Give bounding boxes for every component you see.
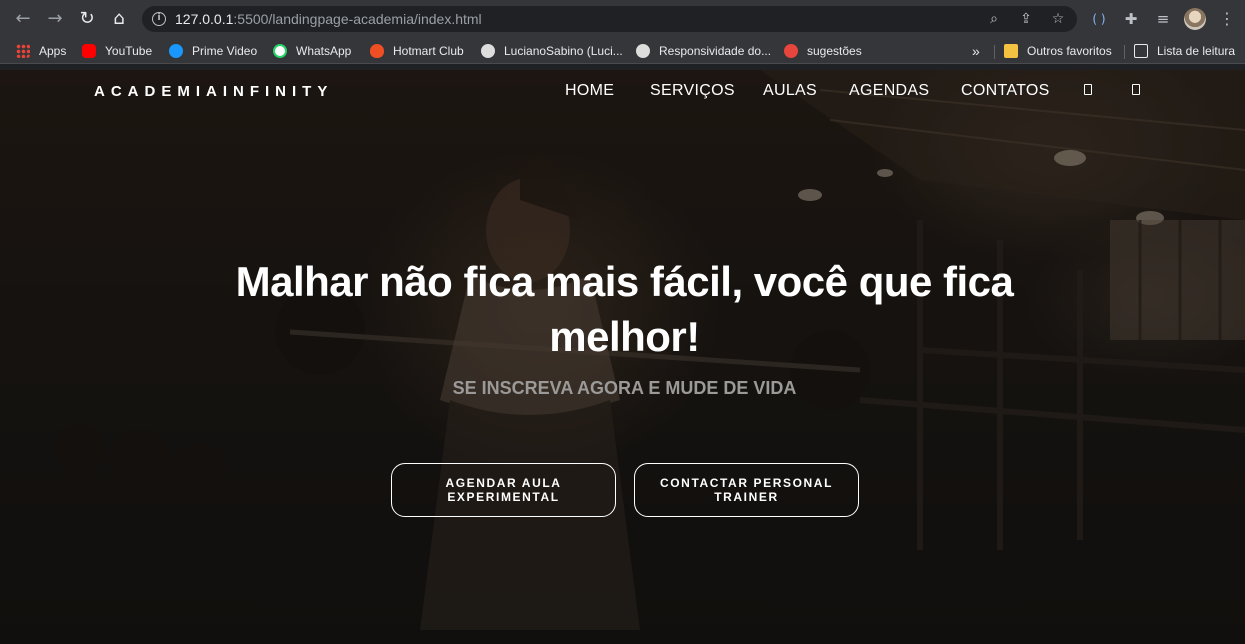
hotmart-icon xyxy=(370,44,384,58)
folder-icon xyxy=(1004,44,1018,58)
address-bar[interactable]: i 127.0.0.1:5500/landingpage-academia/in… xyxy=(142,6,1077,32)
site-info-icon[interactable]: i xyxy=(152,12,166,26)
apps-grid-icon xyxy=(16,44,30,58)
bookmark-responsividade[interactable]: Responsividade do... xyxy=(636,42,771,60)
bookmark-whatsapp[interactable]: WhatsApp xyxy=(273,42,351,60)
menu-kebab-icon[interactable]: ⋮ xyxy=(1216,8,1238,30)
back-arrow-icon[interactable]: ← xyxy=(11,7,35,31)
bookmark-apps[interactable]: Apps xyxy=(16,42,66,60)
reading-list-icon xyxy=(1134,44,1148,58)
url-text[interactable]: 127.0.0.1:5500/landingpage-academia/inde… xyxy=(175,11,482,27)
bookmark-sugestoes[interactable]: sugestões xyxy=(784,42,862,60)
extensions-puzzle-icon[interactable]: ✚ xyxy=(1120,8,1142,30)
hero-title: Malhar não fica mais fácil, você que fic… xyxy=(235,258,1014,360)
nav-contatos[interactable]: CONTATOS xyxy=(961,82,1050,100)
bookmark-hotmart[interactable]: Hotmart Club xyxy=(370,42,464,60)
nav-home[interactable]: HOME xyxy=(565,82,614,100)
github-icon xyxy=(636,44,650,58)
nav-aulas[interactable]: AULAS xyxy=(763,82,817,100)
media-queue-icon[interactable]: ≡ xyxy=(1152,8,1174,30)
bookmarks-bar: Apps YouTube Prime Video WhatsApp Hotmar… xyxy=(0,38,1245,64)
nav-servicos[interactable]: SERVIÇOS xyxy=(650,82,735,100)
bookmark-lista-de-leitura[interactable]: Lista de leitura xyxy=(1134,42,1235,60)
bookmark-outros-favoritos[interactable]: Outros favoritos xyxy=(1004,42,1112,60)
extension-dev-icon[interactable]: ( ) xyxy=(1088,8,1110,30)
missing-glyph-icon[interactable] xyxy=(1084,84,1092,95)
youtube-icon xyxy=(82,44,96,58)
contact-personal-trainer-button[interactable]: CONTACTAR PERSONAL TRAINER xyxy=(634,463,859,517)
bookmark-youtube[interactable]: YouTube xyxy=(82,42,152,60)
github-icon xyxy=(481,44,495,58)
nav-agendas[interactable]: AGENDAS xyxy=(849,82,929,100)
bookmarks-overflow-button[interactable]: » xyxy=(972,42,980,60)
profile-avatar[interactable] xyxy=(1184,8,1206,30)
zoom-icon[interactable]: ⌕ xyxy=(984,9,1004,29)
bookmarks-separator xyxy=(994,45,995,59)
sugestoes-icon xyxy=(784,44,798,58)
forward-arrow-icon[interactable]: → xyxy=(43,7,67,31)
prime-video-icon xyxy=(169,44,183,58)
bookmark-prime-video[interactable]: Prime Video xyxy=(169,42,257,60)
missing-glyph-icon[interactable] xyxy=(1132,84,1140,95)
browser-toolbar: ← → ↻ ⌂ i 127.0.0.1:5500/landingpage-aca… xyxy=(0,0,1245,38)
site-logo[interactable]: ACADEMIAINFINITY xyxy=(94,83,333,100)
whatsapp-icon xyxy=(273,44,287,58)
reload-icon[interactable]: ↻ xyxy=(75,7,99,31)
home-icon[interactable]: ⌂ xyxy=(107,7,131,31)
bookmark-star-icon[interactable]: ☆ xyxy=(1048,9,1068,29)
bookmark-luciano-sabino[interactable]: LucianoSabino (Luci... xyxy=(481,42,623,60)
schedule-trial-class-button[interactable]: AGENDAR AULA EXPERIMENTAL xyxy=(391,463,616,517)
landing-page: ACADEMIAINFINITY HOME SERVIÇOS AULAS AGE… xyxy=(0,70,1245,644)
bookmarks-separator xyxy=(1124,45,1125,59)
share-icon[interactable]: ⇪ xyxy=(1016,9,1036,29)
hero-subtitle: SE INSCREVA AGORA E MUDE DE VIDA xyxy=(452,378,797,398)
